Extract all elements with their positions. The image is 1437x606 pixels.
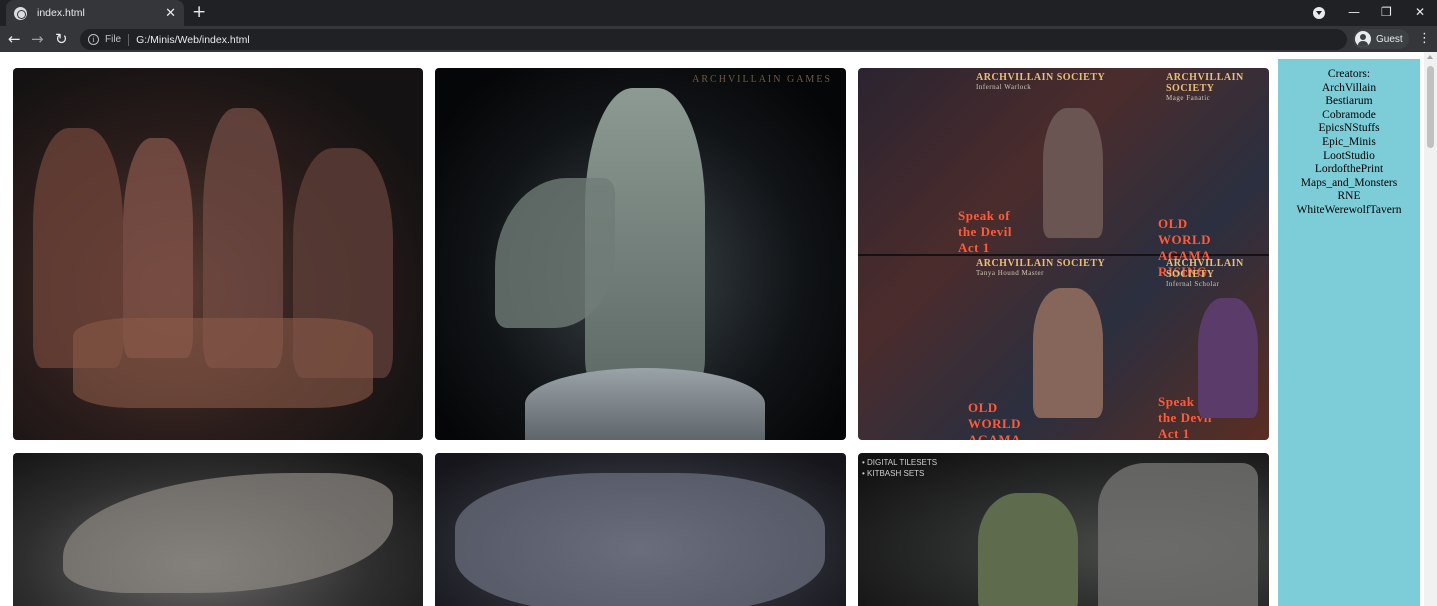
restore-button[interactable]: ❐ [1381,4,1392,20]
miniature-figure [1043,108,1103,238]
collage-label: ARCHVILLAIN SOCIETY Infernal Scholar [1166,258,1244,288]
demon-miniatures [455,473,825,606]
scrollbar-thumb[interactable] [1427,66,1434,148]
collage-label: Speak of the Devil Act 1 [958,208,1012,255]
miniature-figure [1033,288,1103,418]
gallery-image-4[interactable] [13,453,423,606]
creator-link[interactable]: ArchVillain [1278,82,1420,96]
address-bar[interactable]: i File G:/Minis/Web/index.html [80,29,1347,50]
miniature-bases [73,318,373,408]
creator-link[interactable]: Epic_Minis [1278,136,1420,150]
gallery-image-2[interactable]: ARCHVILLAIN GAMES [435,68,846,440]
gallery-image-1[interactable] [13,68,423,440]
url-text[interactable]: G:/Minis/Web/index.html [136,34,250,46]
page-scrollbar[interactable] [1424,52,1437,606]
page-viewport: ARCHVILLAIN GAMES ARCHVILLAIN SOCIETY Inf… [0,52,1437,606]
creator-link[interactable]: Cobramode [1278,109,1420,123]
close-window-button[interactable]: ✕ [1415,4,1425,20]
info-icon[interactable]: i [88,34,99,45]
creator-link[interactable]: Bestiarum [1278,95,1420,109]
dragon-miniature [63,473,393,593]
globe-icon [14,6,27,20]
tab-search-dropdown-icon[interactable] [1313,7,1325,19]
cloak-shape [495,178,615,328]
scroll-up-icon[interactable] [1427,55,1433,59]
tab-close-icon[interactable]: ✕ [165,7,176,20]
profile-name: Guest [1376,33,1403,45]
url-scheme: File [105,34,122,45]
creator-link[interactable]: LootStudio [1278,150,1420,164]
new-tab-button[interactable]: + [192,4,206,21]
creator-logo-watermark: ARCHVILLAIN GAMES [692,74,832,85]
miniature-base [525,368,765,440]
creators-heading: Creators: [1327,68,1371,80]
gallery-image-3[interactable]: ARCHVILLAIN SOCIETY Infernal Warlock ARCH… [858,68,1269,440]
creator-link[interactable]: LordofthePrint [1278,163,1420,177]
url-separator [128,33,130,46]
browser-menu-icon[interactable]: ⋮ [1418,31,1431,47]
creator-link[interactable]: WhiteWerewolfTavern [1278,204,1420,218]
back-button[interactable]: ← [8,30,21,48]
minimize-button[interactable]: — [1348,4,1360,20]
kit-caption-line: • DIGITAL TILESETS [862,458,938,467]
tab-index-html[interactable]: index.html ✕ [6,0,184,26]
forward-button[interactable]: → [31,30,44,48]
monster-miniature [978,493,1078,606]
tab-strip: index.html ✕ + — ❐ ✕ [0,0,1437,26]
browser-toolbar: ← → ↻ i File G:/Minis/Web/index.html Gue… [0,26,1437,52]
tab-title: index.html [37,7,85,19]
collage-label: ARCHVILLAIN SOCIETY Infernal Warlock [976,72,1106,91]
gallery-image-5[interactable] [435,453,846,606]
reload-button[interactable]: ↻ [55,30,68,48]
kit-caption-line: • KITBASH SETS [862,469,925,478]
creators-sidebar: Creators: ArchVillain Bestiarum Cobramod… [1278,59,1420,606]
terrain-wall [1098,463,1258,606]
creator-link[interactable]: RNE [1278,190,1420,204]
creator-link[interactable]: EpicsNStuffs [1278,122,1420,136]
avatar-icon [1355,31,1371,47]
kit-caption: • DIGITAL TILESETS • KITBASH SETS [862,457,937,479]
collage-label: ARCHVILLAIN SOCIETY Mage Fanatic [1166,72,1244,102]
profile-button[interactable]: Guest [1353,29,1409,49]
miniature-figure [1198,298,1258,418]
gallery-image-6[interactable]: • DIGITAL TILESETS • KITBASH SETS [858,453,1269,606]
creator-link[interactable]: Maps_and_Monsters [1278,177,1420,191]
collage-label: ARCHVILLAIN SOCIETY Tanya Hound Master [976,258,1106,277]
